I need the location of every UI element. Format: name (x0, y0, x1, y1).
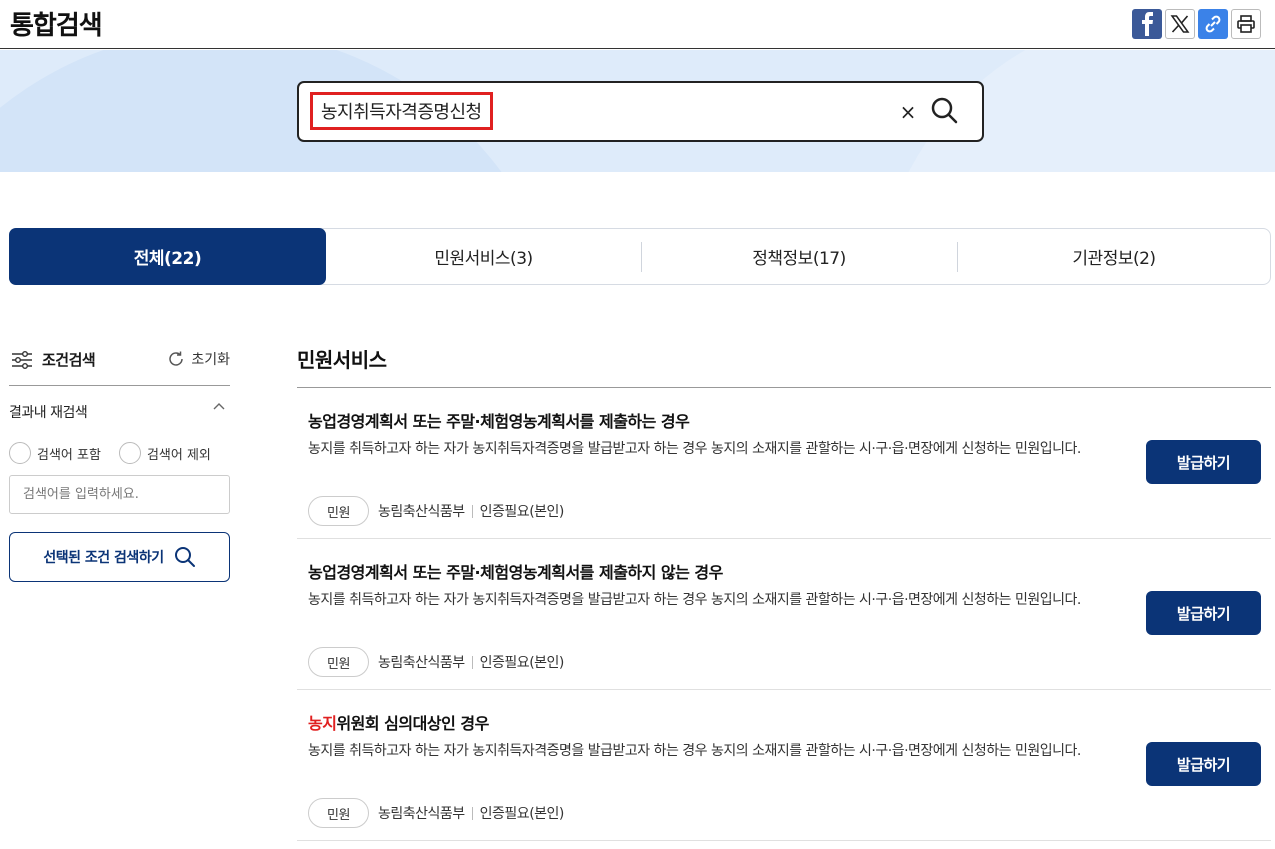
filter-header: 조건검색 초기화 (9, 340, 230, 386)
issue-button[interactable]: 발급하기 (1146, 591, 1261, 635)
refresh-icon (169, 351, 184, 366)
result-item: 농지위원회 심의대상인 경우 농지를 취득하고자 하는 자가 농지취득자격증명을… (297, 690, 1271, 841)
agency-name: 농림축산식품부 (378, 504, 465, 520)
result-meta: 민원 농림축산식품부 인증필요(본인) (308, 647, 564, 677)
category-tag: 민원 (308, 496, 369, 526)
tab-divider (957, 242, 958, 272)
print-icon (1237, 15, 1255, 33)
result-title[interactable]: 농업경영계획서 또는 주말·체험영농계획서를 제출하는 경우 (308, 408, 690, 432)
filter-title: 조건검색 (42, 351, 96, 369)
tab-label: 기관정보(2) (1072, 249, 1156, 269)
facebook-icon (1142, 12, 1153, 36)
search-query-highlight: 농지취득자격증명신청 (310, 92, 493, 130)
tab-label: 민원서비스(3) (434, 249, 533, 269)
search-icon (931, 97, 958, 124)
result-meta: 민원 농림축산식품부 인증필요(본인) (308, 496, 564, 526)
result-meta: 민원 농림축산식품부 인증필요(본인) (308, 798, 564, 828)
page-title: 통합검색 (10, 11, 103, 41)
apply-filter-label: 선택된 조건 검색하기 (43, 550, 164, 566)
filter-sidebar: 조건검색 초기화 결과내 재검색 검색어 포함 검색어 제외 선택된 조건 검색… (9, 340, 230, 582)
result-description: 농지를 취득하고자 하는 자가 농지취득자격증명을 발급받고자 하는 경우 농지… (308, 743, 1081, 759)
result-title[interactable]: 농지위원회 심의대상인 경우 (308, 710, 489, 734)
refine-search-title: 결과내 재검색 (9, 405, 88, 421)
reset-label: 초기화 (191, 352, 230, 368)
clear-search-button[interactable]: × (896, 98, 920, 126)
chevron-up-icon[interactable] (212, 400, 226, 414)
share-buttons (1132, 9, 1261, 39)
result-title[interactable]: 농업경영계획서 또는 주말·체험영농계획서를 제출하지 않는 경우 (308, 559, 723, 583)
result-description: 농지를 취득하고자 하는 자가 농지취득자격증명을 발급받고자 하는 경우 농지… (308, 441, 1081, 457)
auth-requirement: 인증필요(본인) (479, 655, 565, 671)
search-banner: 농지취득자격증명신청 × (0, 50, 1275, 172)
result-item: 농업경영계획서 또는 주말·체험영농계획서를 제출하지 않는 경우 농지를 취득… (297, 539, 1271, 690)
issue-button[interactable]: 발급하기 (1146, 440, 1261, 484)
reset-button[interactable]: 초기화 (167, 349, 230, 369)
result-tabs: 전체(22) 민원서비스(3) 정책정보(17) 기관정보(2) (9, 228, 1271, 285)
meta-divider (471, 806, 473, 820)
agency-name: 농림축산식품부 (378, 806, 465, 822)
tab-divider (641, 242, 642, 272)
x-icon (1170, 15, 1190, 33)
result-description: 농지를 취득하고자 하는 자가 농지취득자격증명을 발급받고자 하는 경우 농지… (308, 592, 1081, 608)
keyword-highlight: 농지 (308, 714, 337, 733)
auth-requirement: 인증필요(본인) (479, 504, 565, 520)
tab-label: 정책정보(17) (752, 249, 846, 269)
meta-divider (471, 504, 473, 518)
copy-link-button[interactable] (1198, 9, 1228, 39)
search-button[interactable] (929, 95, 961, 127)
radio-include-label: 검색어 포함 (37, 447, 101, 463)
result-item: 농업경영계획서 또는 주말·체험영농계획서를 제출하는 경우 농지를 취득하고자… (297, 388, 1271, 539)
tab-civil-service[interactable]: 민원서비스(3) (326, 229, 641, 284)
radio-exclude-label: 검색어 제외 (146, 447, 211, 463)
page-header: 통합검색 (0, 0, 1275, 49)
apply-filter-button[interactable]: 선택된 조건 검색하기 (9, 532, 230, 582)
facebook-share-button[interactable] (1132, 9, 1162, 39)
meta-divider (471, 655, 473, 669)
auth-requirement: 인증필요(본인) (479, 806, 565, 822)
radio-exclude[interactable] (118, 442, 141, 464)
tab-agency-info[interactable]: 기관정보(2) (957, 229, 1271, 284)
tab-all[interactable]: 전체(22) (9, 228, 326, 285)
category-tag: 민원 (308, 647, 369, 677)
tab-policy-info[interactable]: 정책정보(17) (641, 229, 957, 284)
category-tag: 민원 (308, 798, 369, 828)
search-box[interactable]: 농지취득자격증명신청 × (297, 81, 984, 142)
filter-sliders-icon (12, 351, 32, 369)
agency-name: 농림축산식품부 (378, 655, 465, 671)
results-section: 민원서비스 농업경영계획서 또는 주말·체험영농계획서를 제출하는 경우 농지를… (297, 340, 1271, 841)
refine-options: 검색어 포함 검색어 제외 (9, 442, 223, 464)
section-title: 민원서비스 (297, 340, 1271, 388)
issue-button[interactable]: 발급하기 (1146, 742, 1261, 786)
link-icon (1205, 15, 1221, 33)
search-input[interactable]: 농지취득자격증명신청 (321, 98, 482, 124)
refine-search-input[interactable] (9, 475, 230, 514)
x-share-button[interactable] (1165, 9, 1195, 39)
print-button[interactable] (1231, 9, 1261, 39)
search-icon (174, 547, 195, 567)
radio-include[interactable] (9, 442, 31, 464)
